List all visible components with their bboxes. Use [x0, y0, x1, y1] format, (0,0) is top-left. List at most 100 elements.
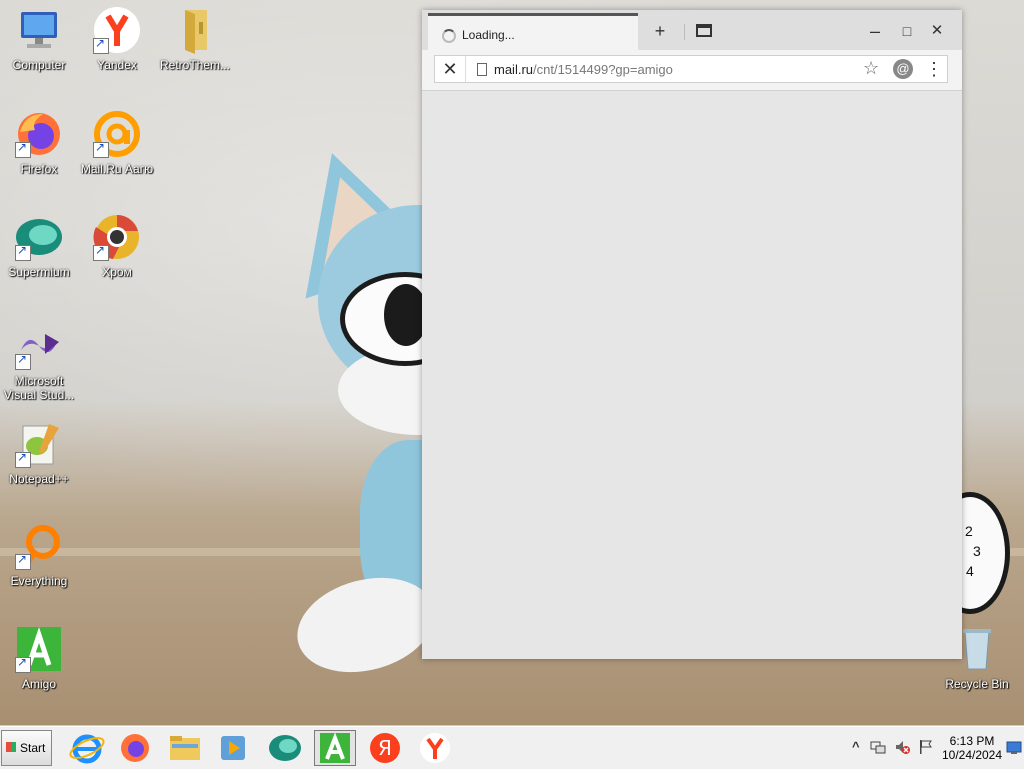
- network-icon[interactable]: [870, 739, 886, 758]
- desktop-icon-chrome[interactable]: Хром: [78, 213, 156, 279]
- desktop-icon-supermium[interactable]: Supermium: [0, 213, 78, 279]
- desktop-icon-notepadpp[interactable]: Notepad++: [0, 420, 78, 486]
- shortcut-arrow-icon: [15, 655, 31, 673]
- internet-explorer-icon: [69, 734, 105, 764]
- desktop-icon-amigo[interactable]: Amigo: [0, 625, 78, 691]
- notepadpp-icon: [15, 420, 63, 468]
- shortcut-arrow-icon: [93, 140, 109, 158]
- icon-label: Хром: [102, 265, 132, 279]
- new-tab-button[interactable]: +: [648, 20, 672, 42]
- yandex-browser-icon: [420, 733, 450, 763]
- taskbar-amigo[interactable]: [314, 730, 356, 766]
- tab-separator: [684, 24, 685, 40]
- tab-strip: Loading... + – □ ✕: [422, 10, 962, 50]
- icon-label: Mail.Ru Аагю: [80, 162, 154, 176]
- tab-title: Loading...: [462, 28, 515, 42]
- icon-label: Notepad++: [9, 472, 69, 486]
- chrome-icon: [93, 213, 141, 261]
- firefox-icon: [121, 734, 149, 762]
- media-player-icon: [221, 736, 245, 760]
- address-path: /cnt/1514499?gp=amigo: [533, 62, 673, 77]
- shortcut-arrow-icon: [15, 243, 31, 261]
- tab-list-button[interactable]: [692, 20, 716, 42]
- desktop-icon-computer[interactable]: Computer: [0, 6, 78, 72]
- shortcut-arrow-icon: [93, 243, 109, 261]
- start-label: Start: [20, 741, 46, 755]
- page-content-area[interactable]: [422, 91, 962, 659]
- computer-icon: [15, 6, 63, 54]
- browser-menu-button[interactable]: ⋮: [925, 57, 943, 81]
- taskbar-media-player[interactable]: [212, 730, 254, 766]
- tray-expand-button[interactable]: ^: [852, 739, 860, 754]
- desktop-icon-visual-studio[interactable]: Microsoft Visual Stud...: [0, 322, 78, 402]
- icon-label: RetroThem...: [159, 58, 231, 72]
- desktop-icon-retrothem[interactable]: RetroThem...: [156, 6, 234, 72]
- visual-studio-icon: [15, 322, 63, 370]
- desktop-icon-firefox[interactable]: Firefox: [0, 110, 78, 176]
- windows-logo-icon: [6, 742, 16, 752]
- clock-number: 3: [973, 543, 981, 559]
- browser-tab[interactable]: Loading...: [428, 13, 638, 50]
- bookmark-star-icon[interactable]: ☆: [863, 58, 879, 79]
- desktop-icon-yandex[interactable]: Yandex: [78, 6, 156, 72]
- volume-muted-icon[interactable]: [894, 739, 910, 758]
- window-list-icon: [696, 24, 712, 37]
- yandex-icon: [93, 6, 141, 54]
- taskbar-firefox[interactable]: [114, 730, 156, 766]
- taskbar-yandex-browser[interactable]: [414, 730, 456, 766]
- desktop: 2 3 4 Computer Yandex RetroThem... Firef…: [0, 0, 1024, 726]
- minimize-button[interactable]: –: [863, 20, 887, 42]
- action-center-flag-icon[interactable]: [918, 739, 934, 758]
- folder-icon: [170, 736, 200, 760]
- desktop-icon-everything[interactable]: Everything: [0, 522, 78, 588]
- mail-at-icon: [93, 110, 141, 158]
- taskbar-supermium[interactable]: [264, 730, 306, 766]
- supermium-icon: [269, 735, 301, 761]
- shortcut-arrow-icon: [15, 552, 31, 570]
- shortcut-arrow-icon: [15, 352, 31, 370]
- system-tray: ^ 6:13 PM 10/24/2024: [848, 729, 1024, 767]
- maximize-button[interactable]: □: [895, 20, 919, 42]
- address-host: mail.ru: [494, 62, 534, 77]
- supermium-icon: [15, 213, 63, 261]
- amigo-icon: [15, 625, 63, 673]
- show-desktop-icon[interactable]: [1006, 741, 1022, 758]
- start-button[interactable]: Start: [1, 730, 52, 766]
- mail-at-icon[interactable]: @: [893, 59, 913, 79]
- icon-label: Firefox: [20, 162, 58, 176]
- navigation-bar: ✕ mail.ru/cnt/1514499?gp=amigo ☆ @ ⋮: [422, 50, 962, 91]
- yandex-icon: Я: [370, 733, 400, 763]
- address-text[interactable]: mail.ru/cnt/1514499?gp=amigo: [494, 62, 673, 77]
- page-icon: [477, 63, 487, 76]
- icon-label: Recycle Bin: [945, 677, 1009, 691]
- everything-icon: [15, 522, 63, 570]
- amigo-icon: [320, 732, 350, 763]
- shortcut-arrow-icon: [15, 140, 31, 158]
- taskbar-clock[interactable]: 6:13 PM 10/24/2024: [940, 734, 1004, 762]
- stop-loading-button[interactable]: ✕: [437, 57, 463, 81]
- icon-label: Amigo: [21, 677, 56, 691]
- address-separator: [465, 56, 466, 82]
- taskbar-yandex[interactable]: Я: [364, 730, 406, 766]
- svg-text:Я: Я: [378, 736, 392, 760]
- taskbar: Start Я ^ 6:13 PM 10/24/2024: [0, 726, 1024, 769]
- icon-label: Computer: [12, 58, 66, 72]
- clock-time: 6:13 PM: [949, 734, 995, 748]
- icon-label: Everything: [10, 574, 68, 588]
- clock-number: 4: [966, 563, 974, 579]
- clock-date: 10/24/2024: [941, 748, 1003, 762]
- icon-label: Microsoft Visual Stud...: [3, 374, 75, 402]
- address-bar[interactable]: ✕ mail.ru/cnt/1514499?gp=amigo ☆ @ ⋮: [434, 55, 948, 83]
- clock-number: 2: [965, 523, 973, 539]
- shortcut-arrow-icon: [15, 450, 31, 468]
- browser-window: Loading... + – □ ✕ ✕ mail.ru/cnt/1514499…: [422, 10, 962, 659]
- firefox-icon: [15, 110, 63, 158]
- loading-spinner-icon: [442, 29, 456, 43]
- icon-label: Yandex: [97, 58, 137, 72]
- desktop-icon-mailru[interactable]: Mail.Ru Аагю: [78, 110, 156, 176]
- icon-label: Supermium: [8, 265, 70, 279]
- taskbar-file-explorer[interactable]: [164, 730, 206, 766]
- shortcut-arrow-icon: [93, 36, 109, 54]
- close-button[interactable]: ✕: [925, 20, 949, 42]
- taskbar-internet-explorer[interactable]: [66, 730, 108, 766]
